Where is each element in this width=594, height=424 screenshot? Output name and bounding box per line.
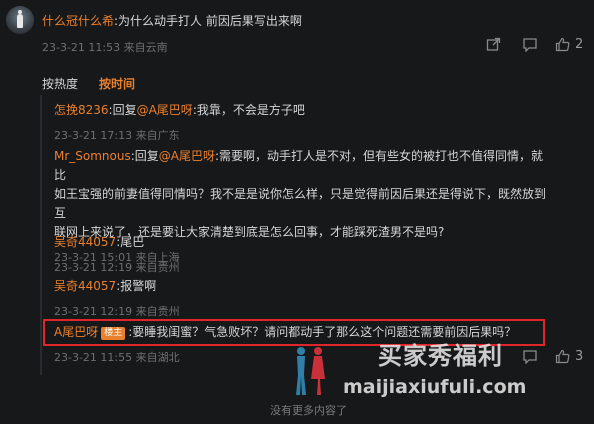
avatar[interactable] <box>6 6 34 34</box>
reply-text: :报警啊 <box>116 279 157 293</box>
sort-tab-time[interactable]: 按时间 <box>99 75 135 92</box>
reply-mention[interactable]: @A尾巴呀 <box>137 103 193 117</box>
reply-prefix: :回复 <box>130 149 159 163</box>
reply-prefix: :回复 <box>108 103 137 117</box>
like-count: 2 <box>575 37 584 52</box>
reply-username[interactable]: Mr_Somnous <box>54 149 131 163</box>
reply-mention[interactable]: @A尾巴呀 <box>159 149 215 163</box>
reply-username[interactable]: 吴奇44057 <box>54 279 116 293</box>
sort-tab-time-label: 按时间 <box>99 77 136 91</box>
share-icon[interactable] <box>486 37 501 56</box>
watermark-url: maijiaxiufuli.com <box>343 376 527 398</box>
watermark-figures-icon <box>290 345 330 397</box>
reply-item: 怎挽8236:回复@A尾巴呀:我靠，不会是方子吧 23-3-21 17:13 来… <box>54 101 554 145</box>
like-icon[interactable] <box>555 37 570 56</box>
reply-meta: 23-3-21 12:19 来自贵州 <box>54 261 180 274</box>
reply-item: 吴奇44057:报警啊 23-3-21 12:19 来自贵州 <box>54 277 554 321</box>
main-comment-text: :为什么动手打人 前因后果写出来啊 <box>114 14 302 28</box>
like-icon[interactable] <box>555 349 570 367</box>
main-comment: 什么冠什么希:为什么动手打人 前因后果写出来啊 <box>42 12 302 29</box>
comment-icon[interactable] <box>522 349 538 367</box>
reply-text: :我靠，不会是方子吧 <box>192 103 305 117</box>
reply-meta: 23-3-21 17:13 来自广东 <box>54 129 180 142</box>
reply-text: :尾巴 <box>116 235 145 249</box>
reply-like-count: 3 <box>575 349 584 364</box>
reply-text: 如王宝强的前妻值得同情吗？我不是是说你怎么样，只是觉得前因后果还是得说下，既然放… <box>54 187 547 220</box>
comment-icon[interactable] <box>522 37 538 56</box>
reply-username[interactable]: 怎挽8236 <box>54 103 109 117</box>
reply-username[interactable]: 吴奇44057 <box>54 235 116 249</box>
reply-item: 吴奇44057:尾巴 23-3-21 12:19 来自贵州 <box>54 233 554 277</box>
no-more-content: 没有更多内容了 <box>270 404 347 417</box>
main-comment-username[interactable]: 什么冠什么希 <box>42 14 114 28</box>
sort-tab-hot[interactable]: 按热度 <box>42 75 78 92</box>
watermark-text: 买家秀福利 <box>378 342 503 370</box>
main-comment-meta: 23-3-21 11:53 来自云南 <box>42 41 168 54</box>
